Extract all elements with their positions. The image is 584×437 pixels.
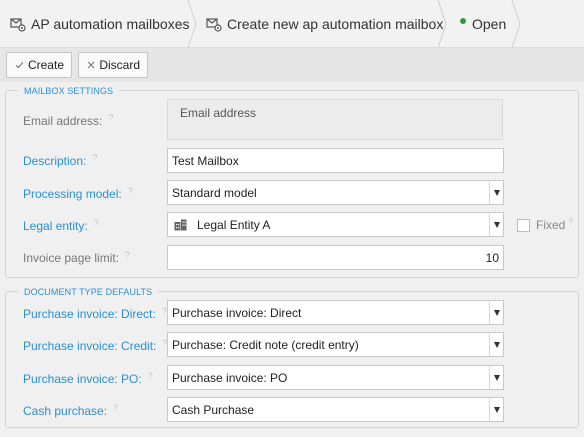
chevron-down-icon[interactable] [489, 333, 503, 356]
invoice-page-limit-input[interactable]: 10 [167, 245, 504, 270]
purchase-invoice-credit-select[interactable]: Purchase: Credit note (credit entry) [167, 332, 504, 357]
description-value: Test Mailbox [172, 153, 239, 168]
cash-purchase-value: Cash Purchase [172, 402, 255, 417]
email-address-label: Email address:? [23, 113, 114, 128]
chevron-down-icon[interactable] [489, 181, 503, 204]
chevron-right-icon [437, 0, 447, 48]
purchase-invoice-direct-label: Purchase invoice: Direct:? [23, 306, 167, 321]
help-icon: ? [93, 218, 99, 228]
cash-purchase-select[interactable]: Cash Purchase [167, 397, 504, 422]
purchase-invoice-credit-value: Purchase: Credit note (credit entry) [172, 337, 359, 352]
help-icon: ? [161, 306, 167, 316]
chevron-down-icon[interactable] [489, 398, 503, 421]
breadcrumb-label: Create new ap automation mailbox [227, 16, 444, 32]
purchase-invoice-credit-label: Purchase invoice: Credit:? [23, 338, 168, 353]
help-icon: ? [113, 403, 119, 413]
close-icon [87, 61, 95, 69]
help-icon: ? [127, 186, 133, 196]
processing-model-label: Processing model:? [23, 186, 133, 201]
chevron-right-icon [187, 0, 197, 48]
legal-entity-value: Legal Entity A [197, 217, 271, 232]
description-input[interactable]: Test Mailbox [167, 148, 504, 173]
cash-purchase-label: Cash purchase:? [23, 403, 119, 418]
email-address-field[interactable]: Email address [167, 99, 503, 140]
purchase-invoice-direct-value: Purchase invoice: Direct [172, 305, 302, 320]
create-button[interactable]: Create [6, 52, 72, 78]
breadcrumb: AP automation mailboxes Create new ap au… [0, 0, 584, 48]
help-icon: ? [147, 371, 153, 381]
breadcrumb-item-status: Open [460, 0, 506, 48]
mailbox-settings-icon [206, 18, 222, 32]
help-icon: ? [125, 250, 131, 260]
breadcrumb-item-create-mailbox[interactable]: Create new ap automation mailbox [206, 0, 443, 48]
chevron-down-icon[interactable] [489, 213, 503, 236]
help-icon: ? [108, 113, 114, 123]
status-dot-icon [460, 18, 466, 24]
form-content: MAILBOX SETTINGS Email address:? Email a… [0, 82, 584, 437]
create-button-label: Create [27, 58, 64, 72]
group-legend: MAILBOX SETTINGS [18, 86, 120, 96]
fixed-label: Fixed? [536, 217, 574, 232]
discard-button[interactable]: Discard [78, 52, 148, 78]
processing-model-value: Standard model [172, 185, 257, 200]
status-label: Open [472, 16, 507, 32]
help-icon: ? [92, 153, 98, 163]
checkmark-icon [15, 62, 24, 69]
building-icon [174, 219, 187, 230]
fixed-checkbox[interactable] [517, 219, 530, 232]
mailbox-settings-icon [10, 18, 26, 32]
legal-entity-select[interactable]: Legal Entity A [167, 212, 504, 237]
chevron-down-icon[interactable] [489, 301, 503, 324]
chevron-right-icon [511, 0, 521, 48]
breadcrumb-label: AP automation mailboxes [31, 16, 190, 32]
discard-button-label: Discard [99, 58, 140, 72]
chevron-down-icon[interactable] [489, 366, 503, 389]
purchase-invoice-direct-select[interactable]: Purchase invoice: Direct [167, 300, 504, 325]
legal-entity-label: Legal entity:? [23, 218, 99, 233]
purchase-invoice-po-value: Purchase invoice: PO [172, 370, 288, 385]
purchase-invoice-po-label: Purchase invoice: PO:? [23, 371, 153, 386]
help-icon: ? [568, 217, 574, 227]
processing-model-select[interactable]: Standard model [167, 180, 504, 205]
breadcrumb-item-mailboxes[interactable]: AP automation mailboxes [10, 0, 190, 48]
invoice-page-limit-value: 10 [485, 250, 499, 265]
toolbar: Create Discard [0, 48, 584, 82]
group-legend: DOCUMENT TYPE DEFAULTS [18, 287, 159, 297]
description-label: Description:? [23, 153, 98, 168]
purchase-invoice-po-select[interactable]: Purchase invoice: PO [167, 365, 504, 390]
email-address-placeholder: Email address [180, 106, 257, 120]
invoice-page-limit-label: Invoice page limit:? [23, 250, 131, 265]
